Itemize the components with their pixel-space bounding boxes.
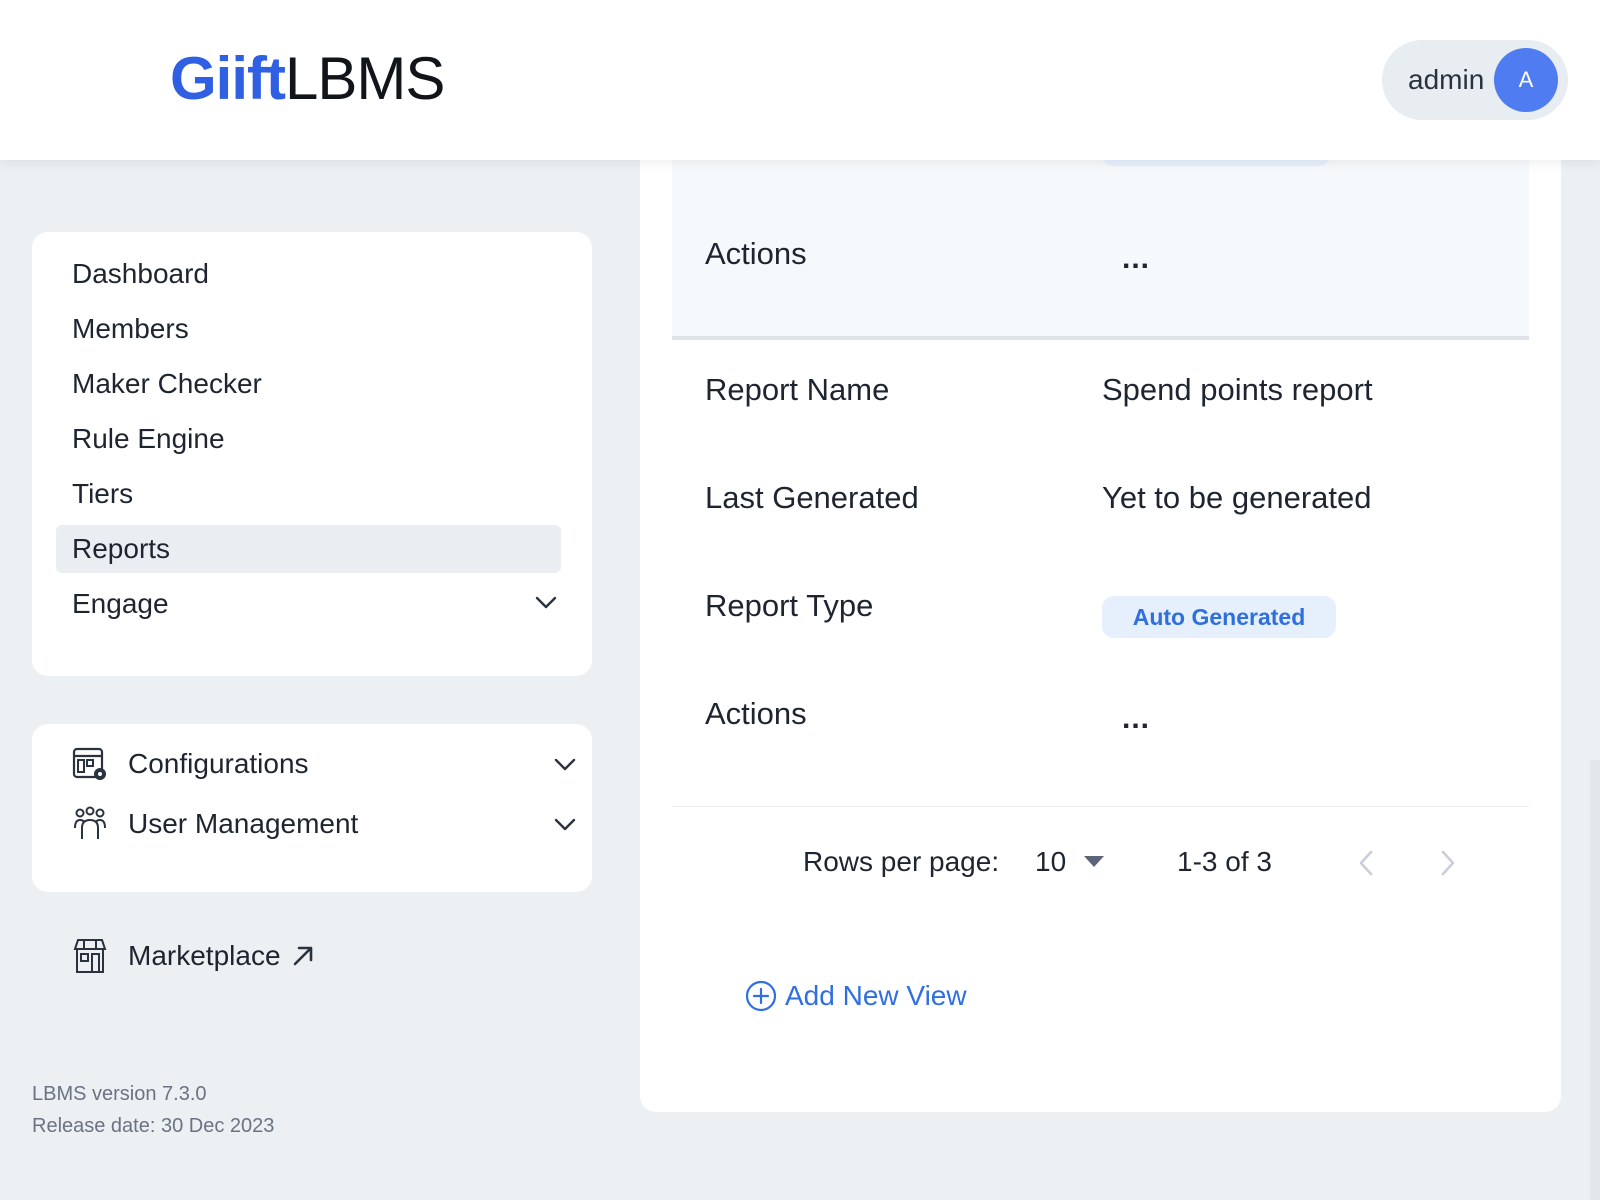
last-generated-value: Yet to be generated: [1102, 480, 1372, 515]
external-link-icon: [293, 946, 312, 966]
add-new-view-button[interactable]: Add New View: [745, 976, 967, 1016]
reports-list-card: Actions ... Report Name Spend points rep…: [640, 150, 1561, 1112]
actions-label: Actions: [705, 696, 807, 731]
sidebar-item-tiers[interactable]: Tiers: [56, 470, 561, 518]
avatar: A: [1494, 48, 1558, 112]
sidebar-item-reports[interactable]: Reports: [56, 525, 561, 573]
sidebar-item-members[interactable]: Members: [56, 305, 561, 353]
sidebar-item-dashboard[interactable]: Dashboard: [56, 250, 561, 298]
next-page-button[interactable]: [1435, 848, 1459, 878]
sidebar-nav: Dashboard Members Maker Checker Rule Eng…: [32, 232, 592, 676]
report-type-label: Report Type: [705, 588, 874, 623]
sidebar-item-engage-label: Engage: [72, 588, 169, 619]
pagination-range: 1-3 of 3: [1177, 846, 1272, 877]
previous-page-button[interactable]: [1355, 848, 1379, 878]
sidebar-item-engage[interactable]: Engage: [56, 580, 561, 628]
chevron-down-icon: [554, 758, 576, 771]
more-actions-button[interactable]: ...: [1122, 702, 1150, 736]
marketplace-label: Marketplace: [128, 940, 281, 971]
marketplace-link[interactable]: Marketplace: [72, 932, 315, 980]
user-name: admin: [1408, 64, 1485, 95]
rows-per-page-value: 10: [1035, 846, 1067, 877]
rows-per-page-select[interactable]: 10: [1035, 840, 1105, 884]
row-divider: [672, 336, 1529, 340]
more-actions-button[interactable]: ...: [1122, 242, 1150, 276]
report-type-badge: Auto Generated: [1102, 596, 1336, 638]
report-name-value: Spend points report: [1102, 372, 1373, 407]
version-info: LBMS version 7.3.0 Release date: 30 Dec …: [32, 1078, 274, 1142]
user-menu-button[interactable]: admin A: [1382, 40, 1568, 120]
user-management-label: User Management: [128, 808, 359, 839]
sidebar-item-configurations[interactable]: Configurations: [72, 740, 576, 788]
page-scrollbar[interactable]: [1590, 760, 1600, 1200]
actions-label: Actions: [705, 236, 807, 271]
top-header: GiiftLBMS admin A: [0, 0, 1600, 160]
plus-circle-icon: [745, 980, 777, 1012]
chevron-down-icon: [535, 596, 557, 609]
app-logo[interactable]: GiiftLBMS: [170, 44, 445, 114]
row-divider: [672, 806, 1529, 807]
sidebar-item-user-management[interactable]: User Management: [72, 800, 576, 848]
configurations-icon: [72, 747, 106, 780]
sidebar-settings: Configurations User Management: [32, 724, 592, 892]
add-new-view-label: Add New View: [785, 980, 967, 1011]
last-generated-label: Last Generated: [705, 480, 919, 515]
configurations-label: Configurations: [128, 748, 309, 779]
release-date-text: Release date: 30 Dec 2023: [32, 1115, 275, 1137]
chevron-down-icon: [554, 818, 576, 831]
sidebar-item-maker-checker[interactable]: Maker Checker: [56, 360, 561, 408]
sidebar-item-rule-engine[interactable]: Rule Engine: [56, 415, 561, 463]
version-text: LBMS version 7.3.0: [32, 1083, 207, 1105]
marketplace-icon: [73, 939, 107, 973]
rows-per-page-label: Rows per page:: [803, 846, 1000, 877]
report-name-label: Report Name: [705, 372, 890, 407]
caret-down-icon: [1084, 856, 1105, 867]
user-management-icon: [74, 806, 106, 839]
